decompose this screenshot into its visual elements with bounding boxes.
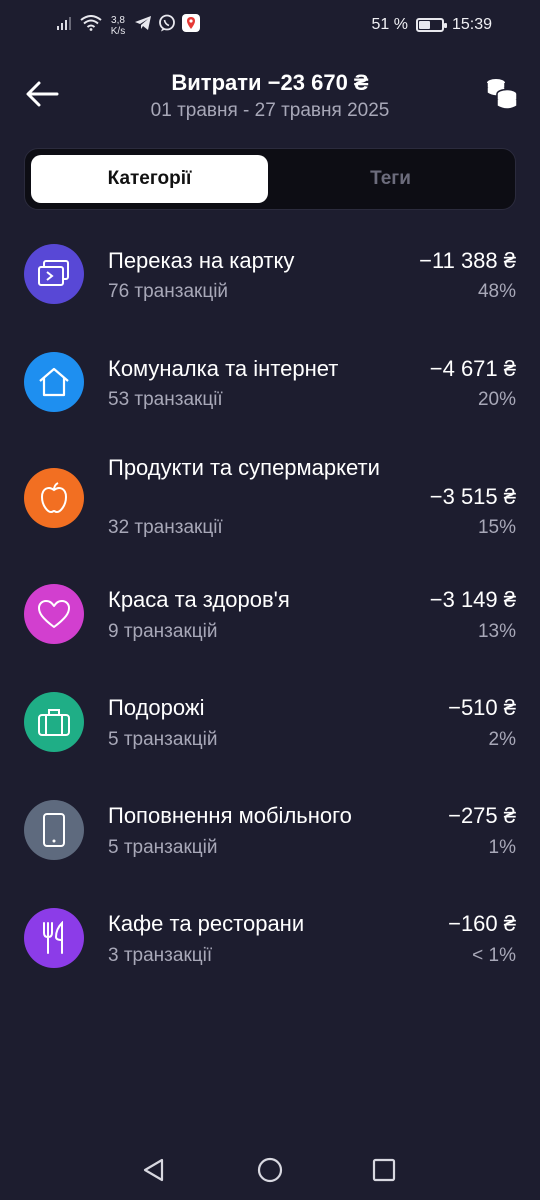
- network-speed-value: 3,8: [111, 14, 125, 26]
- category-name: Краса та здоров'я: [108, 587, 290, 612]
- category-name: Подорожі: [108, 695, 205, 720]
- coins-stack-icon: [486, 79, 518, 110]
- date-range[interactable]: 01 травня - 27 травня 2025: [0, 100, 540, 122]
- category-row-travel[interactable]: Подорожі 5 транзакцій −510 ₴ 2%: [0, 674, 540, 782]
- category-icon-bg: [24, 244, 84, 304]
- clock: 15:39: [451, 16, 492, 33]
- category-row-cafes[interactable]: Кафе та ресторани 3 транзакції −160 ₴ < …: [0, 890, 540, 998]
- status-right: 51 % 15:39: [371, 16, 492, 34]
- battery-level: [418, 21, 430, 29]
- category-icon-bg: [24, 468, 84, 528]
- status-left: 3,8 K/s: [56, 14, 200, 37]
- category-name: Продукти та супермаркети: [108, 455, 380, 480]
- battery-icon: [415, 18, 447, 32]
- system-nav-bar: [0, 1140, 540, 1200]
- wifi-icon: [80, 15, 102, 36]
- category-name: Комуналка та інтернет: [108, 356, 339, 381]
- category-icon-bg: [24, 692, 84, 752]
- category-percent: 20%: [477, 389, 516, 410]
- category-icon-bg: [24, 800, 84, 860]
- category-amount: −510 ₴: [448, 695, 516, 720]
- category-count: 5 транзакцій: [108, 729, 218, 750]
- category-name: Переказ на картку: [108, 248, 295, 273]
- category-row-mobile-topup[interactable]: Поповнення мобільного 5 транзакцій −275 …: [0, 782, 540, 890]
- nav-home-icon: [257, 1157, 283, 1183]
- category-count: 5 транзакцій: [108, 837, 218, 858]
- battery-percent: 51 %: [371, 16, 408, 33]
- category-percent: 15%: [477, 517, 516, 538]
- header: Витрати −23 670 ₴ 01 травня - 27 травня …: [0, 60, 540, 140]
- category-icon-bg: [24, 352, 84, 412]
- category-tag-switch: Категорії Теги: [24, 148, 516, 210]
- nav-recents-button[interactable]: [364, 1150, 404, 1190]
- apple-icon: [40, 482, 68, 514]
- signal-icon: [56, 15, 74, 36]
- phone-icon: [43, 813, 65, 847]
- category-icon-bg: [24, 908, 84, 968]
- nav-back-button[interactable]: [134, 1150, 174, 1190]
- house-icon: [39, 367, 69, 397]
- category-row-utilities[interactable]: Комуналка та інтернет 53 транзакції −4 6…: [0, 336, 540, 444]
- heart-icon: [38, 600, 70, 628]
- category-row-beauty-health[interactable]: Краса та здоров'я 9 транзакцій −3 149 ₴ …: [0, 566, 540, 674]
- page-title: Витрати −23 670 ₴: [171, 70, 369, 95]
- nav-back-icon: [143, 1158, 164, 1182]
- category-amount: −4 671 ₴: [429, 356, 516, 381]
- category-count: 9 транзакцій: [108, 621, 218, 642]
- network-speed-unit: K/s: [110, 25, 126, 37]
- category-percent: 2%: [488, 729, 516, 750]
- category-percent: 1%: [488, 837, 516, 858]
- category-percent: < 1%: [472, 945, 516, 966]
- category-amount: −3 515 ₴: [429, 484, 516, 509]
- category-amount: −160 ₴: [448, 911, 516, 936]
- category-amount: −275 ₴: [448, 803, 516, 828]
- network-speed: 3,8 K/s: [108, 15, 128, 37]
- category-count: 32 транзакції: [108, 517, 223, 538]
- category-count: 3 транзакції: [108, 945, 213, 966]
- category-count: 76 транзакцій: [108, 281, 229, 302]
- category-icon-bg: [24, 584, 84, 644]
- tab-categories[interactable]: Категорії: [31, 155, 268, 203]
- status-bar: 3,8 K/s 51 % 15:39: [0, 0, 540, 52]
- category-row-groceries[interactable]: Продукти та супермаркети 32 транзакції −…: [0, 444, 540, 566]
- category-percent: 13%: [477, 621, 516, 642]
- suitcase-icon: [38, 709, 70, 736]
- category-name: Поповнення мобільного: [108, 803, 352, 828]
- category-amount: −11 388 ₴: [419, 248, 516, 273]
- category-percent: 48%: [477, 281, 516, 302]
- telegram-icon: [134, 15, 152, 36]
- nav-home-button[interactable]: [250, 1150, 290, 1190]
- category-amount: −3 149 ₴: [429, 587, 516, 612]
- tab-tags[interactable]: Теги: [272, 155, 509, 203]
- category-list: Переказ на картку 76 транзакцій −11 388 …: [0, 228, 540, 998]
- nav-recents-icon: [372, 1158, 396, 1182]
- viber-icon: [158, 14, 176, 37]
- category-row-card-transfer[interactable]: Переказ на картку 76 транзакцій −11 388 …: [0, 228, 540, 336]
- category-count: 53 транзакції: [108, 389, 223, 410]
- maps-app-icon: [182, 14, 200, 37]
- coins-button[interactable]: [484, 74, 520, 114]
- screen: 3,8 K/s 51 % 15:39 Витрати −23 670 ₴ 01 …: [0, 0, 540, 1200]
- category-name: Кафе та ресторани: [108, 911, 305, 936]
- card-transfer-icon: [38, 260, 69, 286]
- cutlery-icon: [43, 921, 63, 954]
